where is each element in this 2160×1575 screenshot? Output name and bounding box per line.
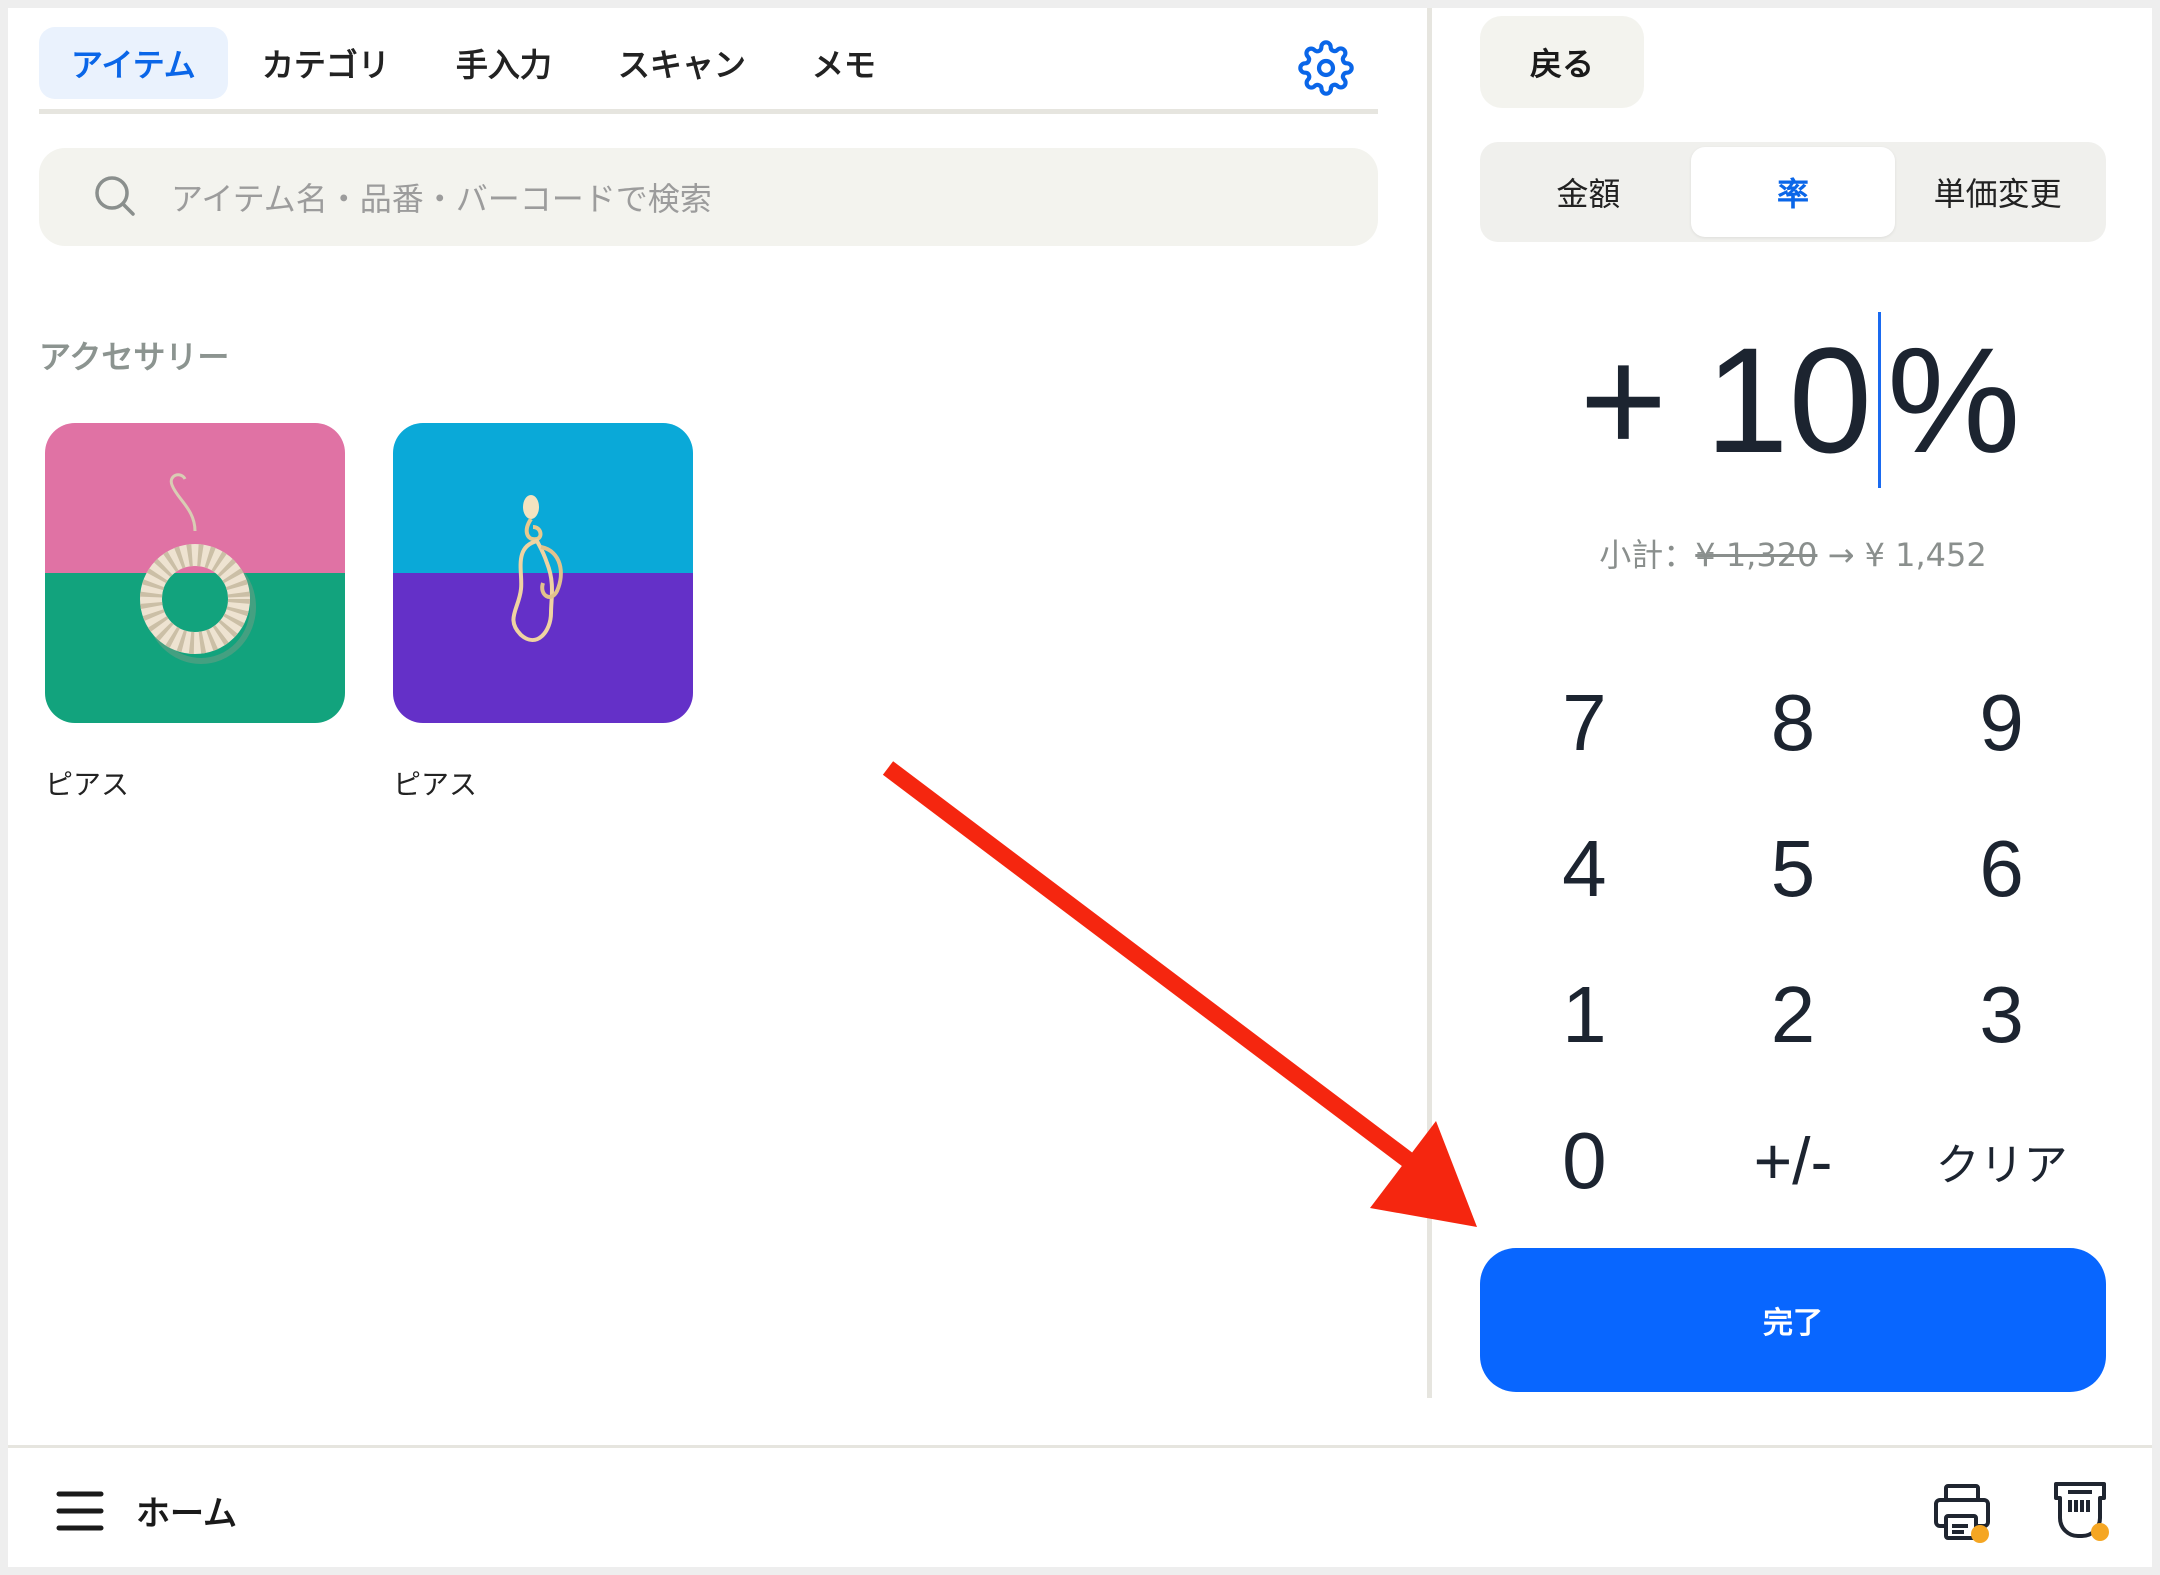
- printer-icon[interactable]: [1930, 1480, 1994, 1544]
- card-reader-icon[interactable]: [2048, 1478, 2112, 1542]
- menu-icon[interactable]: [55, 1488, 105, 1534]
- home-label: ホーム: [136, 1494, 237, 1534]
- bottom-bar: ホーム: [8, 1445, 2152, 1567]
- annotation-arrow: [882, 761, 1477, 1227]
